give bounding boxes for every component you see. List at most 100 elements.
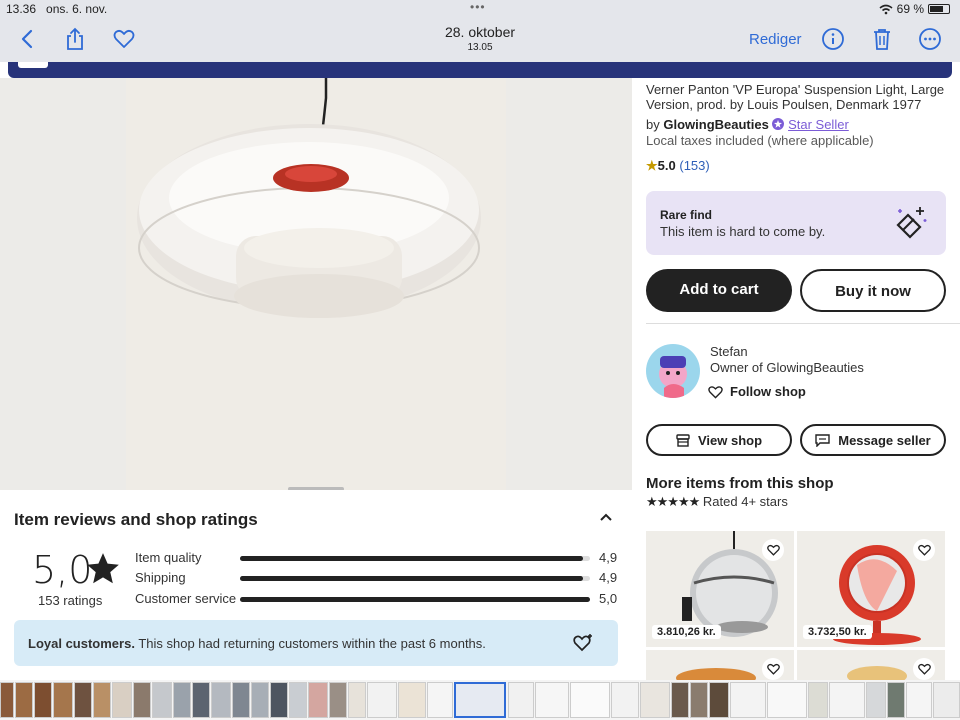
thumbnail[interactable] <box>308 682 328 718</box>
follow-shop-button[interactable]: Follow shop <box>708 384 806 399</box>
avatar[interactable] <box>646 344 700 398</box>
view-shop-button[interactable]: View shop <box>646 424 792 456</box>
status-bar: 13.36 ons. 6. nov. ••• 69 % <box>0 0 960 18</box>
thumbnail[interactable] <box>398 682 426 718</box>
message-seller-button[interactable]: Message seller <box>800 424 946 456</box>
thumbnail[interactable] <box>34 682 52 718</box>
thumbnail[interactable] <box>232 682 250 718</box>
item-price: 3.810,26 kr. <box>652 625 721 639</box>
thumbnail[interactable] <box>74 682 92 718</box>
thumbnail[interactable] <box>808 682 828 718</box>
thumbnail[interactable] <box>866 682 886 718</box>
rating-bar <box>240 556 590 561</box>
photo-filmstrip[interactable] <box>0 680 960 720</box>
shop-item-tile[interactable]: 3.810,26 kr. <box>646 531 794 647</box>
header-chip <box>18 62 48 68</box>
thumbnail[interactable] <box>730 682 766 718</box>
rare-find-heading: Rare find <box>660 208 713 222</box>
info-icon[interactable] <box>821 27 845 51</box>
share-icon[interactable] <box>63 27 87 51</box>
thumbnail[interactable] <box>933 682 960 718</box>
thumbnail[interactable] <box>906 682 932 718</box>
thumbnail[interactable] <box>112 682 132 718</box>
thumbnail[interactable] <box>173 682 191 718</box>
product-photo[interactable] <box>126 78 506 490</box>
favorite-heart-icon[interactable] <box>762 539 784 561</box>
thumbnail[interactable] <box>709 682 729 718</box>
rating-row-shipping: Shipping 4,9 <box>135 570 625 586</box>
thumbnail[interactable] <box>329 682 347 718</box>
thumbnail[interactable] <box>767 682 807 718</box>
shop-item-tile[interactable] <box>646 650 794 680</box>
view-shop-label: View shop <box>697 432 763 448</box>
shop-name-link[interactable]: GlowingBeauties <box>663 117 768 132</box>
thumbnail[interactable] <box>93 682 111 718</box>
shop-item-tile[interactable] <box>797 650 945 680</box>
thumbnail[interactable] <box>367 682 397 718</box>
site-header-banner <box>8 62 952 78</box>
more-options-icon[interactable] <box>918 27 942 51</box>
thumbnail[interactable] <box>427 682 453 718</box>
rare-find-banner: Rare find This item is hard to come by. <box>646 191 946 255</box>
seller-byline: by GlowingBeauties Star Seller <box>646 117 849 132</box>
thumbnail[interactable] <box>15 682 33 718</box>
storefront-icon <box>676 433 690 447</box>
rating-count-link[interactable]: (153) <box>679 158 709 173</box>
photo-date: 28. oktober <box>444 24 516 40</box>
divider <box>646 323 960 324</box>
multitask-dots-icon[interactable]: ••• <box>470 0 486 14</box>
favorite-heart-icon[interactable] <box>913 539 935 561</box>
owner-role: Owner of GlowingBeauties <box>710 360 864 375</box>
thumbnail[interactable] <box>133 682 151 718</box>
thumbnail[interactable] <box>829 682 865 718</box>
thumbnail[interactable] <box>289 682 307 718</box>
loyal-text: Loyal customers. This shop had returning… <box>28 636 486 651</box>
star-icon <box>87 553 119 584</box>
thumbnail[interactable] <box>535 682 569 718</box>
favorite-heart-icon[interactable] <box>762 658 784 680</box>
reviews-section: Item reviews and shop ratings 5,0 153 ra… <box>0 490 632 680</box>
edit-button[interactable]: Rediger <box>749 31 802 48</box>
rated-label: Rated 4+ stars <box>702 494 788 509</box>
thumbnail[interactable] <box>640 682 670 718</box>
thumbnail[interactable] <box>251 682 269 718</box>
battery-icon <box>928 4 950 14</box>
collapse-chevron-icon[interactable] <box>598 510 614 526</box>
shop-item-tile[interactable]: 3.732,50 kr. <box>797 531 945 647</box>
status-time: 13.36 <box>6 2 37 16</box>
thumbnail[interactable] <box>152 682 172 718</box>
thumbnail[interactable] <box>0 682 14 718</box>
favorite-heart-icon[interactable] <box>112 27 136 51</box>
more-items-heading: More items from this shop <box>646 475 834 492</box>
thumbnail[interactable] <box>348 682 366 718</box>
buy-now-button[interactable]: Buy it now <box>800 269 946 312</box>
thumbnail[interactable] <box>690 682 708 718</box>
product-rating[interactable]: ★5.0 (153) <box>646 158 710 174</box>
rating-bar <box>240 576 590 581</box>
thumbnail[interactable] <box>53 682 73 718</box>
product-details-panel: Verner Panton 'VP Europa' Suspension Lig… <box>632 78 960 680</box>
star-seller-link[interactable]: Star Seller <box>788 117 849 132</box>
thumbnail[interactable] <box>671 682 689 718</box>
status-time-date: 13.36 ons. 6. nov. <box>6 2 107 16</box>
loyal-bold: Loyal customers. <box>28 636 135 651</box>
thumbnail[interactable] <box>570 682 610 718</box>
diamond-sparkle-icon <box>896 207 927 239</box>
back-chevron-icon[interactable] <box>16 27 40 51</box>
add-to-cart-button[interactable]: Add to cart <box>646 269 792 312</box>
reviews-heading: Item reviews and shop ratings <box>14 510 258 529</box>
thumbnail[interactable] <box>887 682 905 718</box>
trash-icon[interactable] <box>870 27 894 51</box>
tax-note: Local taxes included (where applicable) <box>646 133 874 148</box>
thumbnail[interactable] <box>611 682 639 718</box>
thumbnail[interactable] <box>211 682 231 718</box>
rating-star-icon: ★ <box>646 158 658 173</box>
thumbnail[interactable] <box>270 682 288 718</box>
thumbnail-current[interactable] <box>454 682 506 718</box>
status-right: 69 % <box>879 2 950 16</box>
thumbnail[interactable] <box>508 682 534 718</box>
rating-label: Item quality <box>135 550 202 565</box>
thumbnail[interactable] <box>192 682 210 718</box>
favorite-heart-icon[interactable] <box>913 658 935 680</box>
by-prefix: by <box>646 117 660 132</box>
